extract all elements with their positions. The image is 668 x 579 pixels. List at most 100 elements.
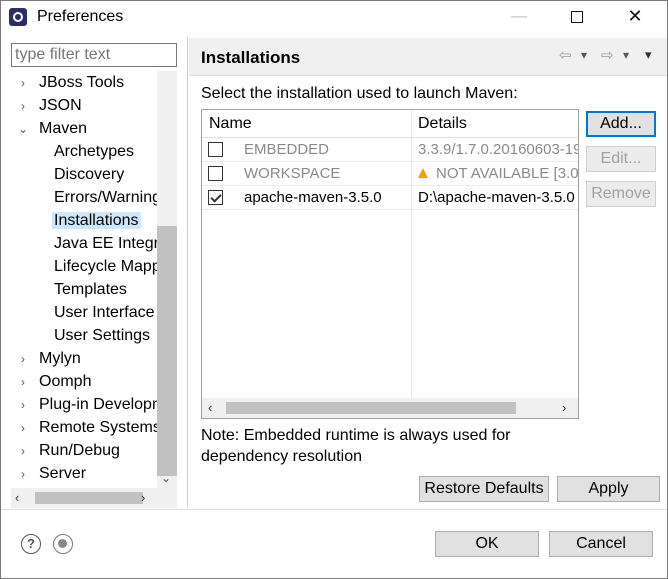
scroll-down-arrow-icon[interactable]: ⌄ <box>161 471 171 485</box>
embedded-runtime-note: Note: Embedded runtime is always used fo… <box>201 427 511 465</box>
restore-defaults-button[interactable]: Restore Defaults <box>419 476 549 502</box>
minimize-button[interactable]: — <box>496 1 542 34</box>
installation-details: D:\apache-maven-3.5.0 <box>418 186 578 210</box>
tree-item[interactable]: › JBoss Tools <box>17 71 124 94</box>
tree-item[interactable]: › Remote Systems <box>17 416 161 439</box>
installation-name: EMBEDDED <box>244 141 330 158</box>
tree-item[interactable]: › Run/Debug <box>17 439 120 462</box>
record-macro-icon[interactable] <box>53 534 73 554</box>
tree-item[interactable]: › JSON <box>17 94 82 117</box>
table-horizontal-scrollbar[interactable]: ‹ › <box>202 398 578 418</box>
tree-item-label: User Settings <box>54 327 151 344</box>
preferences-window: Preferences — ✕ › JBoss Tools › JSON ⌄ Maven A… <box>0 0 668 579</box>
tree-item-label: Oomph <box>39 373 92 390</box>
page-title: Installations <box>201 48 301 67</box>
installation-details: 3.3.9/1.7.0.20160603-1931 <box>418 138 578 162</box>
scroll-right-arrow-icon[interactable]: › <box>141 490 145 505</box>
instruction-text: Select the installation used to launch M… <box>201 85 518 102</box>
installation-details-text: NOT AVAILABLE [3.0,) <box>436 165 578 182</box>
tree-item-label: Errors/Warnings <box>54 189 169 206</box>
expand-chevron-down-icon[interactable]: ⌄ <box>17 118 29 141</box>
tree-item[interactable]: User Interface <box>54 301 154 324</box>
close-button[interactable]: ✕ <box>612 1 658 34</box>
preferences-tree: › JBoss Tools › JSON ⌄ Maven Archetypes Discove… <box>11 71 177 488</box>
forward-menu-icon[interactable]: ▾ <box>623 48 629 62</box>
tree-item[interactable]: › Mylyn <box>17 347 81 370</box>
pane-divider[interactable] <box>187 37 188 507</box>
tree-item-label: Discovery <box>54 166 125 183</box>
maximize-button[interactable] <box>554 1 600 34</box>
eclipse-app-icon <box>9 8 27 26</box>
window-title: Preferences <box>37 8 124 25</box>
tree-item[interactable]: Archetypes <box>54 140 134 163</box>
expand-chevron-right-icon[interactable]: › <box>17 371 29 394</box>
scroll-left-arrow-icon[interactable]: ‹ <box>208 400 212 415</box>
view-menu-icon[interactable]: ▾ <box>645 47 652 63</box>
tree-item-label: Remote Systems <box>39 419 161 436</box>
column-header-details[interactable]: Details <box>418 110 467 138</box>
warning-icon <box>418 168 428 179</box>
tree-item[interactable]: ⌄ Maven <box>17 117 87 140</box>
installation-details-text: 3.3.9/1.7.0.20160603-1931 <box>418 141 578 158</box>
back-arrow-icon[interactable]: ⇦ <box>559 46 572 64</box>
installation-details-text: D:\apache-maven-3.5.0 <box>418 189 575 206</box>
apply-button[interactable]: Apply <box>557 476 660 502</box>
installation-details: NOT AVAILABLE [3.0,) <box>418 162 578 186</box>
installation-name: apache-maven-3.5.0 <box>244 189 382 206</box>
table-header: Name Details <box>202 110 578 138</box>
tree-item-label: Run/Debug <box>39 442 120 459</box>
table-horizontal-scroll-thumb[interactable] <box>226 402 516 414</box>
installation-name: WORKSPACE <box>244 165 341 182</box>
expand-chevron-right-icon[interactable]: › <box>17 72 29 95</box>
tree-item-label: Server <box>39 465 87 482</box>
tree-item[interactable]: User Settings <box>54 324 150 347</box>
tree-item[interactable]: Templates <box>54 278 127 301</box>
tree-item-label: Templates <box>54 281 127 298</box>
installation-checkbox[interactable] <box>208 190 223 205</box>
tree-vertical-scrollbar[interactable]: ⌄ <box>157 71 177 488</box>
edit-button[interactable]: Edit... <box>586 146 656 172</box>
tree-vertical-scroll-thumb[interactable] <box>157 226 177 476</box>
table-row[interactable]: EMBEDDED 3.3.9/1.7.0.20160603-1931 <box>202 138 578 162</box>
add-button[interactable]: Add... <box>586 111 656 137</box>
help-icon[interactable]: ? <box>21 534 41 554</box>
page-header: Installations ⇦ ▾ ⇨ ▾ ▾ <box>189 38 667 76</box>
tree-item[interactable]: › Server <box>17 462 86 485</box>
tree-item[interactable]: Discovery <box>54 163 124 186</box>
tree-item[interactable]: › Plug-in Development <box>17 393 177 416</box>
expand-chevron-right-icon[interactable]: › <box>17 348 29 371</box>
expand-chevron-right-icon[interactable]: › <box>17 95 29 118</box>
cancel-button[interactable]: Cancel <box>549 531 653 557</box>
tree-item[interactable]: Errors/Warnings <box>54 186 169 209</box>
tree-item[interactable]: Installations <box>52 209 141 232</box>
ok-button[interactable]: OK <box>435 531 539 557</box>
column-header-name[interactable]: Name <box>209 110 252 138</box>
back-menu-icon[interactable]: ▾ <box>581 48 587 62</box>
installation-checkbox[interactable] <box>208 166 223 181</box>
scroll-right-arrow-icon[interactable]: › <box>562 400 566 415</box>
tree-item-label: Archetypes <box>54 143 135 160</box>
expand-chevron-right-icon[interactable]: › <box>17 417 29 440</box>
expand-chevron-right-icon[interactable]: › <box>17 463 29 486</box>
table-row[interactable]: WORKSPACE NOT AVAILABLE [3.0,) <box>202 162 578 186</box>
tree-horizontal-scroll-thumb[interactable] <box>35 492 143 504</box>
tree-item-label: Mylyn <box>39 350 81 367</box>
tree-item-label: JBoss Tools <box>39 74 125 91</box>
installation-checkbox[interactable] <box>208 142 223 157</box>
expand-chevron-right-icon[interactable]: › <box>17 440 29 463</box>
table-row[interactable]: apache-maven-3.5.0 D:\apache-maven-3.5.0 <box>202 186 578 210</box>
filter-input[interactable] <box>11 43 177 67</box>
expand-chevron-right-icon[interactable]: › <box>17 394 29 417</box>
title-bar: Preferences — ✕ <box>1 1 667 34</box>
forward-arrow-icon[interactable]: ⇨ <box>601 46 614 64</box>
tree-horizontal-scrollbar[interactable]: ‹ › <box>11 488 177 508</box>
tree-item-label: Installations <box>52 212 141 229</box>
tree-item-label: User Interface <box>54 304 155 321</box>
footer-divider <box>1 509 667 510</box>
maximize-icon <box>571 11 583 23</box>
tree-item-label: Maven <box>39 120 88 137</box>
scroll-left-arrow-icon[interactable]: ‹ <box>15 490 19 505</box>
remove-button[interactable]: Remove <box>586 181 656 207</box>
tree-item-label: JSON <box>39 97 82 114</box>
tree-item[interactable]: › Oomph <box>17 370 91 393</box>
